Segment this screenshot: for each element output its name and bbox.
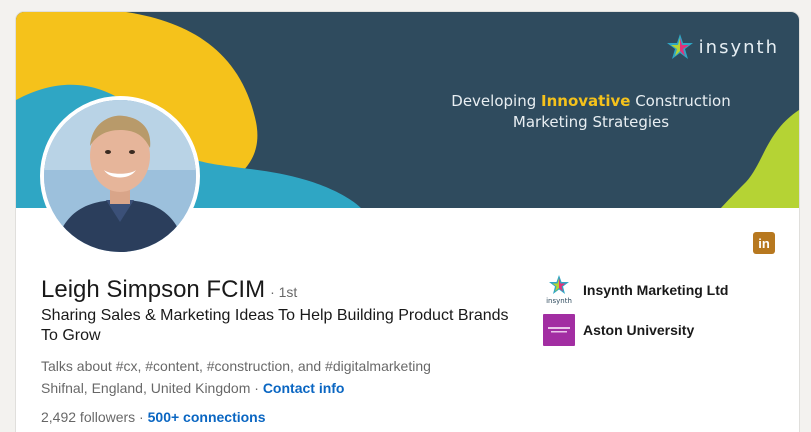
name-row: Leigh Simpson FCIM · 1st [41,274,521,306]
connections-link[interactable]: 500+ connections [148,409,266,425]
followers-count: 2,492 followers [41,409,136,425]
connection-degree: · 1st [270,284,298,300]
org-insynth[interactable]: insynth Insynth Marketing Ltd [543,274,728,306]
contact-info-link[interactable]: Contact info [263,380,345,396]
location-row: Shifnal, England, United Kingdom · Conta… [41,378,521,398]
profile-name: Leigh Simpson FCIM [41,276,266,303]
profile-info: Leigh Simpson FCIM · 1st Sharing Sales &… [41,274,521,427]
organizations-list: insynth Insynth Marketing Ltd Aston Univ… [543,274,728,354]
tagline-post: Construction [630,92,731,110]
banner-logo: insynth [665,32,779,62]
avatar-photo [44,100,196,252]
profile-headline: Sharing Sales & Marketing Ideas To Help … [41,307,509,344]
tagline-pre: Developing [451,92,541,110]
aston-logo-icon [543,314,575,346]
profile-location: Shifnal, England, United Kingdom [41,380,251,396]
location-separator: · [250,380,263,396]
banner-tagline: Developing Innovative Construction Marke… [416,91,766,133]
talks-about: Talks about #cx, #content, #construction… [41,358,431,374]
tagline-line2: Marketing Strategies [512,113,670,131]
banner-logo-text: insynth [698,36,779,58]
org-aston[interactable]: Aston University [543,314,728,346]
network-stats: 2,492 followers · 500+ connections [41,407,521,427]
insynth-logo-caption: insynth [546,297,572,305]
org-name-insynth: Insynth Marketing Ltd [583,282,729,298]
stats-separator: · [135,409,148,425]
profile-avatar[interactable] [40,96,200,256]
tagline-highlight: Innovative [541,92,631,110]
linkedin-icon[interactable]: in [753,232,775,254]
profile-card: insynth Developing Innovative Constructi… [16,12,799,432]
org-name-aston: Aston University [583,322,695,338]
insynth-star-icon [666,34,693,59]
insynth-logo-icon: insynth [543,274,575,306]
